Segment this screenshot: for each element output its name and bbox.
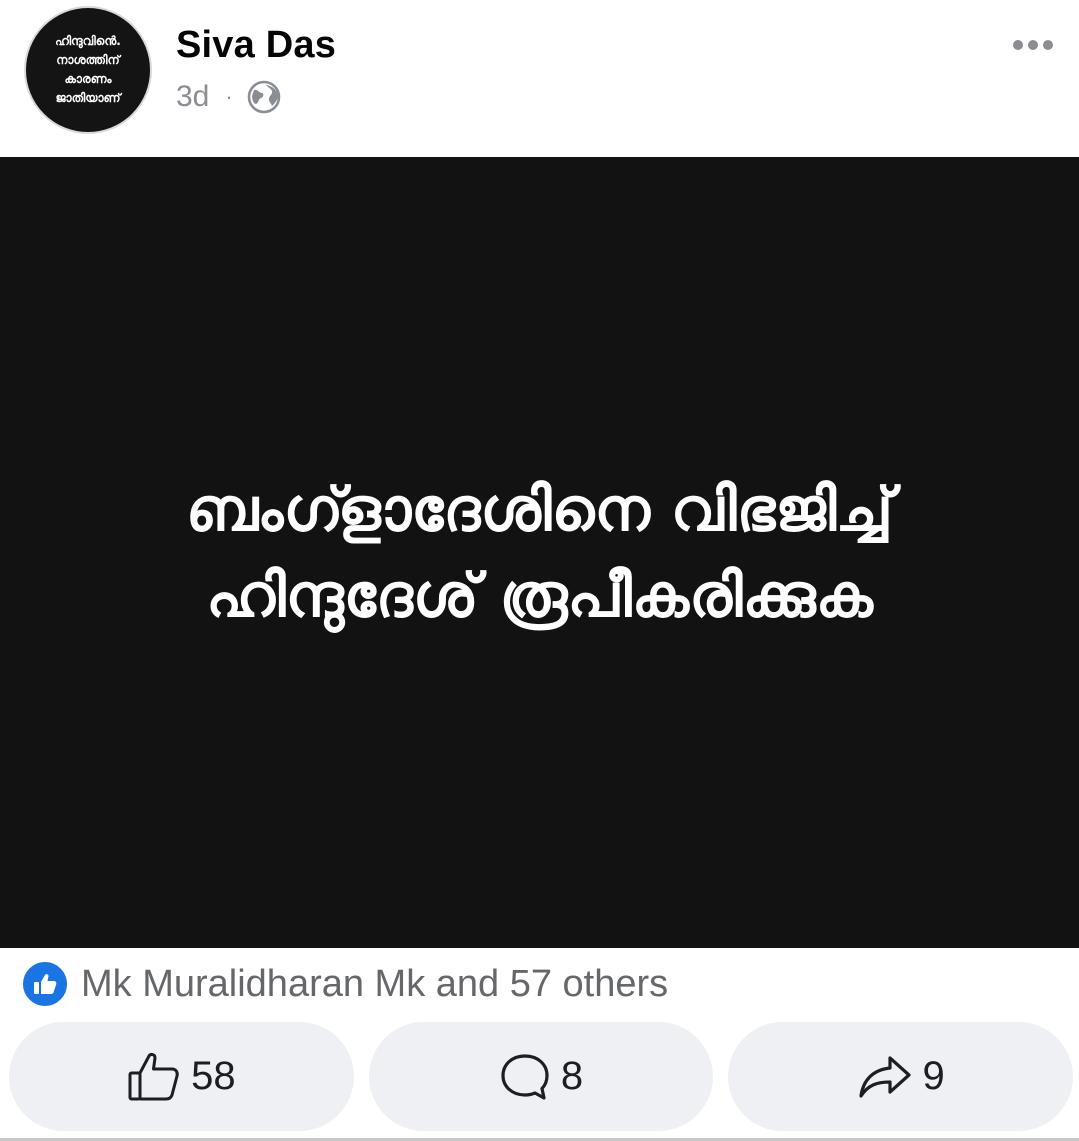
reactions-text: Mk Muralidharan Mk and 57 others <box>81 962 669 1005</box>
like-reaction-icon <box>21 960 69 1008</box>
more-dot <box>1043 40 1053 50</box>
avatar-text-line-4: ജാതിയാണ് <box>55 91 121 105</box>
avatar-text-line-3: കാരണം <box>64 72 112 86</box>
more-options-icon[interactable] <box>1009 36 1057 54</box>
share-button[interactable]: 9 <box>728 1022 1074 1131</box>
like-button[interactable]: 58 <box>9 1022 354 1131</box>
share-count: 9 <box>922 1054 945 1098</box>
more-dot <box>1013 40 1023 50</box>
post-image-line-2: ഹിന്ദുദേശ് രൂപീകരിക്കുക <box>206 560 873 631</box>
author-name[interactable]: Siva Das <box>176 24 336 67</box>
globe-icon[interactable] <box>247 80 281 114</box>
more-dot <box>1028 40 1038 50</box>
reactions-summary[interactable]: Mk Muralidharan Mk and 57 others <box>21 958 668 1010</box>
share-icon <box>858 1055 911 1098</box>
post-image-line-1: ബംഗ്ളാദേശിനെ വിഭജിച്ച് <box>186 474 893 545</box>
post-image-text: ബംഗ്ളാദേശിനെ വിഭജിച്ച് ഹിന്ദുദേശ് രൂപീകര… <box>186 467 893 639</box>
avatar-text-line-1: ഹിന്ദുവിൻെ. <box>55 34 121 48</box>
action-bar: 58 8 9 <box>9 1022 1074 1131</box>
meta-separator: · <box>225 84 233 109</box>
comment-count: 8 <box>560 1054 584 1098</box>
post-header: ഹിന്ദുവിൻെ. നാശത്തിന് കാരണം ജാതിയാണ് Siv… <box>0 0 1079 157</box>
post-meta: 3d · <box>176 80 281 114</box>
comment-icon <box>501 1053 549 1100</box>
facebook-post: ഹിന്ദുവിൻെ. നാശത്തിന് കാരണം ജാതിയാണ് Siv… <box>0 0 1079 1141</box>
post-image[interactable]: ബംഗ്ളാദേശിനെ വിഭജിച്ച് ഹിന്ദുദേശ് രൂപീകര… <box>0 157 1079 948</box>
thumbs-up-icon <box>128 1052 179 1100</box>
comment-button[interactable]: 8 <box>368 1022 714 1131</box>
avatar[interactable]: ഹിന്ദുവിൻെ. നാശത്തിന് കാരണം ജാതിയാണ് <box>24 6 152 134</box>
post-time[interactable]: 3d <box>176 80 209 114</box>
like-count: 58 <box>191 1054 236 1098</box>
avatar-text-line-2: നാശത്തിന് <box>56 53 120 67</box>
